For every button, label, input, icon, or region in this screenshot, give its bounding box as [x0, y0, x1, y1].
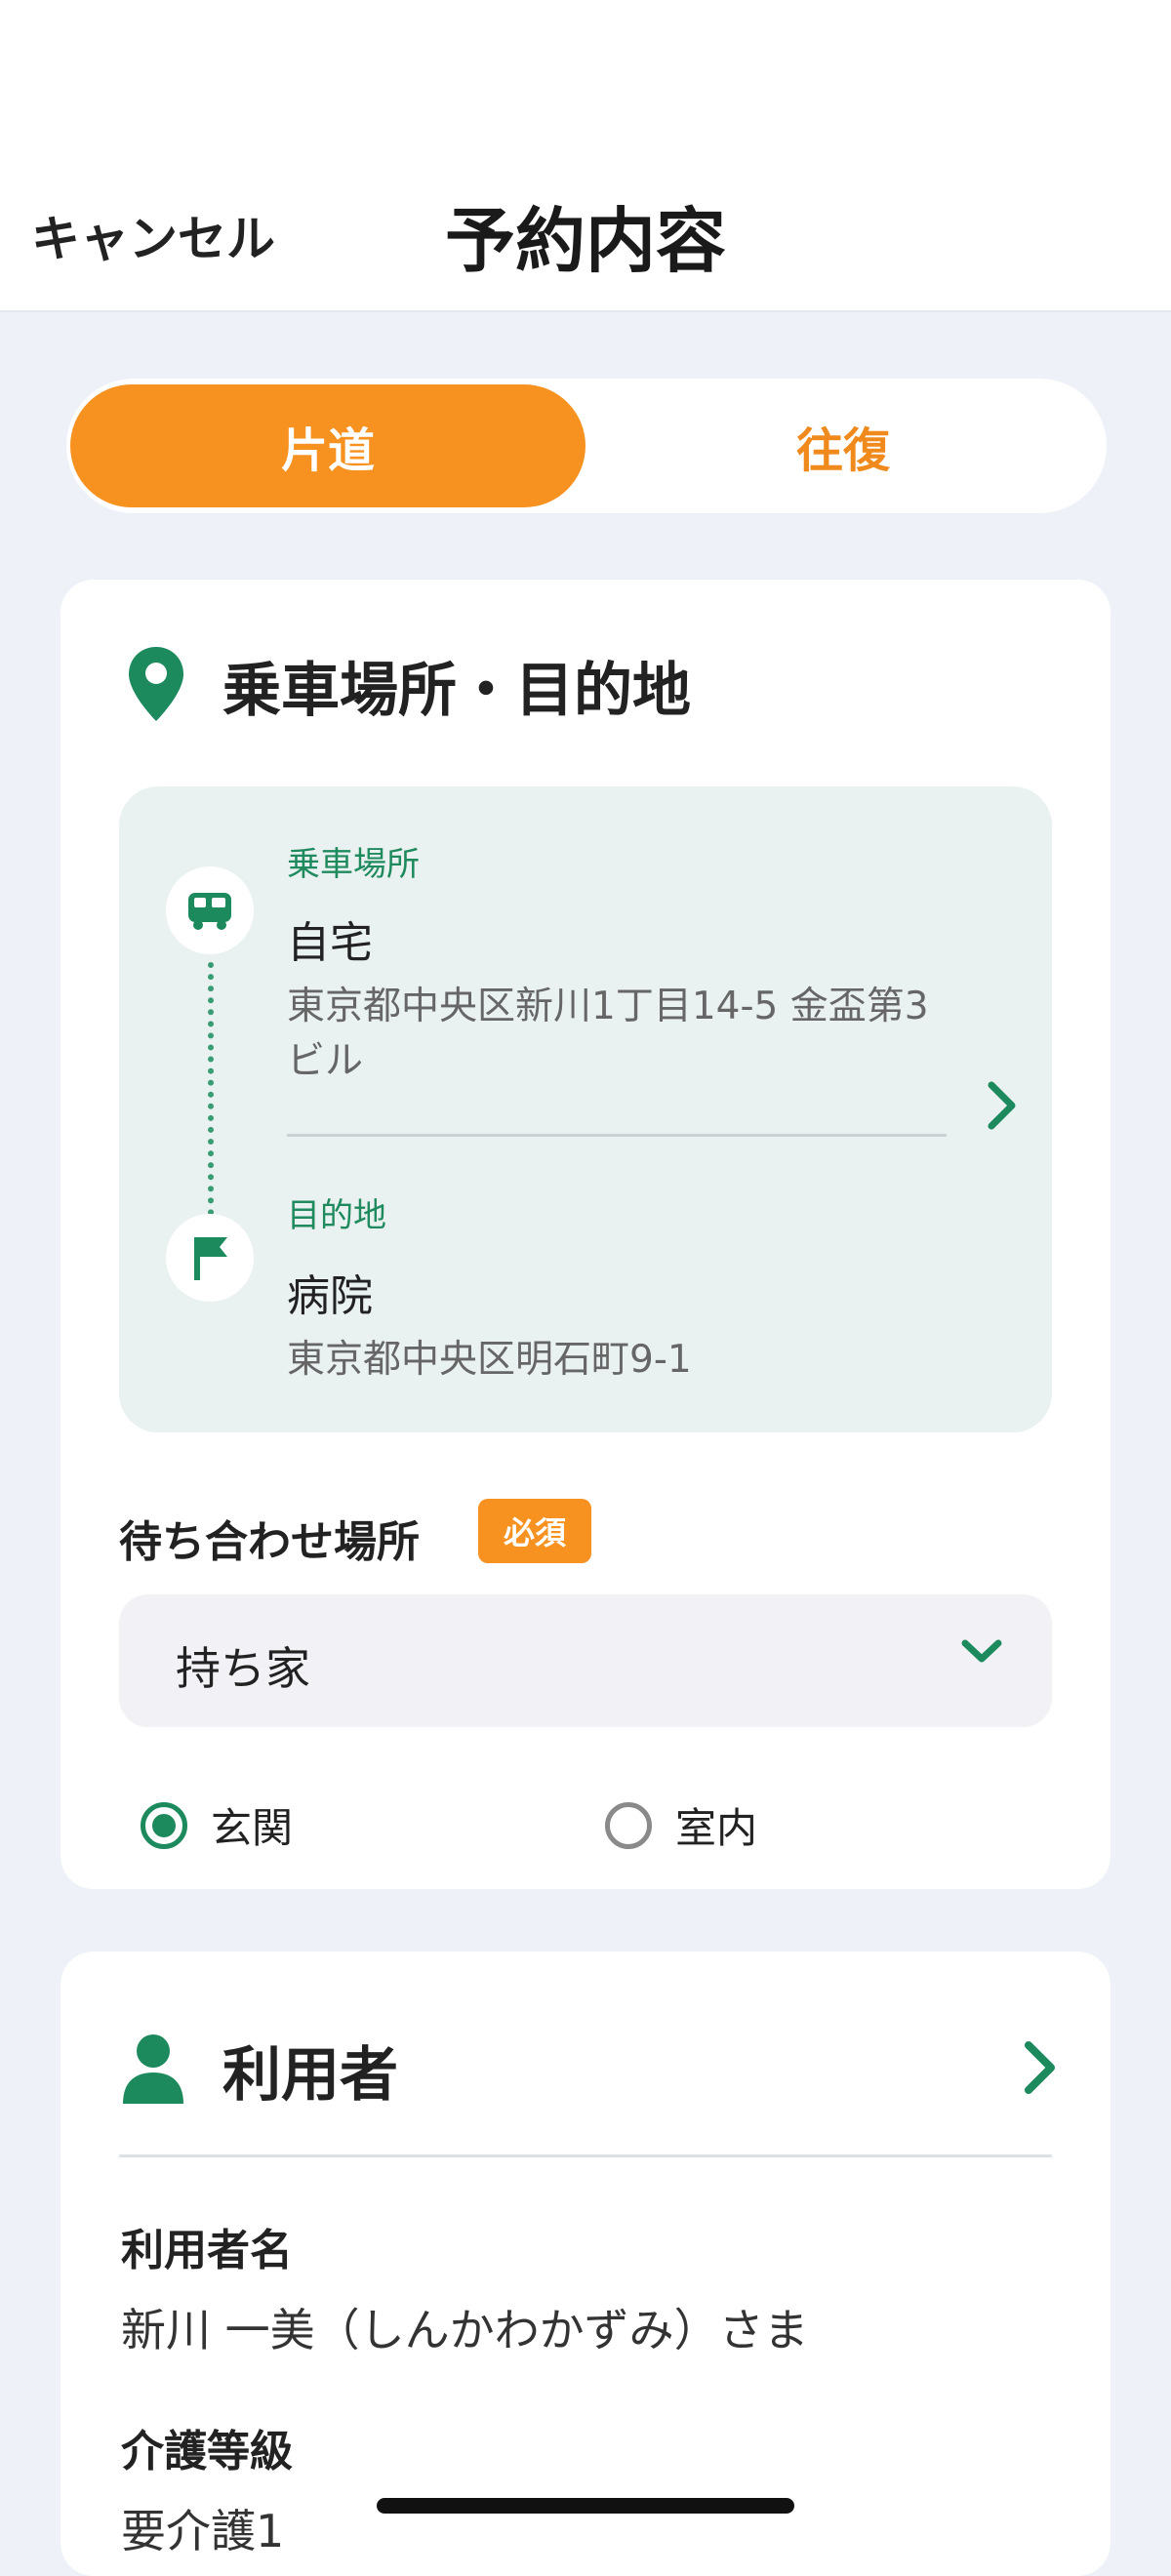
location-pin-icon: [127, 645, 185, 727]
flag-icon: [166, 1214, 254, 1302]
route-summary[interactable]: 乗車場所 自宅 東京都中央区新川1丁目14-5 金盃第3ビル 目的地 病院 東京…: [119, 786, 1052, 1432]
destination-address: 東京都中央区明石町9-1: [287, 1338, 692, 1382]
radio-checked-icon: [141, 1801, 187, 1849]
route-card: 乗車場所・目的地 乗車場所 自宅 東京都中央区新川1丁目14-5 金盃第3ビル …: [61, 580, 1110, 1889]
trip-type-segment: 片道 往復: [66, 379, 1107, 513]
page-title: 予約内容: [444, 200, 726, 282]
radio-unchecked-icon: [605, 1801, 652, 1849]
user-section-header: 利用者: [121, 2028, 398, 2113]
pickup-name: 自宅: [287, 918, 373, 968]
chevron-down-icon: [960, 1637, 1003, 1670]
user-section-title: 利用者: [222, 2041, 398, 2110]
chevron-right-icon: [1023, 2039, 1058, 2100]
radio-entrance-label: 玄関: [211, 1804, 294, 1852]
chevron-right-icon: [986, 1079, 1019, 1136]
route-section-header: 乗車場所・目的地: [127, 643, 691, 728]
care-level-value: 要介護1: [121, 2505, 285, 2557]
user-name-label: 利用者名: [121, 2226, 293, 2275]
home-indicator: [377, 2498, 794, 2514]
user-card[interactable]: 利用者 利用者名 新川 一美（しんかわかずみ）さま 介護等級 要介護1: [61, 1952, 1110, 2576]
radio-indoor-label: 室内: [675, 1804, 758, 1852]
destination-label: 目的地: [287, 1196, 386, 1235]
header: キャンセル 予約内容: [0, 0, 1171, 312]
person-icon: [121, 2032, 185, 2110]
route-section-title: 乗車場所・目的地: [222, 657, 691, 725]
destination-name: 病院: [287, 1271, 373, 1321]
car-icon: [166, 866, 254, 954]
radio-indoor[interactable]: 室内: [605, 1795, 757, 1855]
user-name-value: 新川 一美（しんかわかずみ）さま: [121, 2304, 809, 2356]
care-level-label: 介護等級: [121, 2427, 293, 2476]
meeting-place-value: 持ち家: [176, 1642, 310, 1695]
pickup-address: 東京都中央区新川1丁目14-5 金盃第3ビル: [287, 985, 929, 1083]
meeting-place-label: 待ち合わせ場所: [119, 1517, 420, 1567]
pickup-label: 乗車場所: [287, 845, 420, 884]
user-divider: [119, 2154, 1052, 2157]
required-badge: 必須: [478, 1499, 591, 1563]
round-trip-tab[interactable]: 往復: [586, 384, 1101, 507]
meeting-place-select[interactable]: 持ち家: [119, 1594, 1052, 1727]
one-way-tab[interactable]: 片道: [70, 384, 586, 507]
radio-entrance[interactable]: 玄関: [141, 1795, 293, 1855]
route-divider: [287, 1134, 947, 1137]
